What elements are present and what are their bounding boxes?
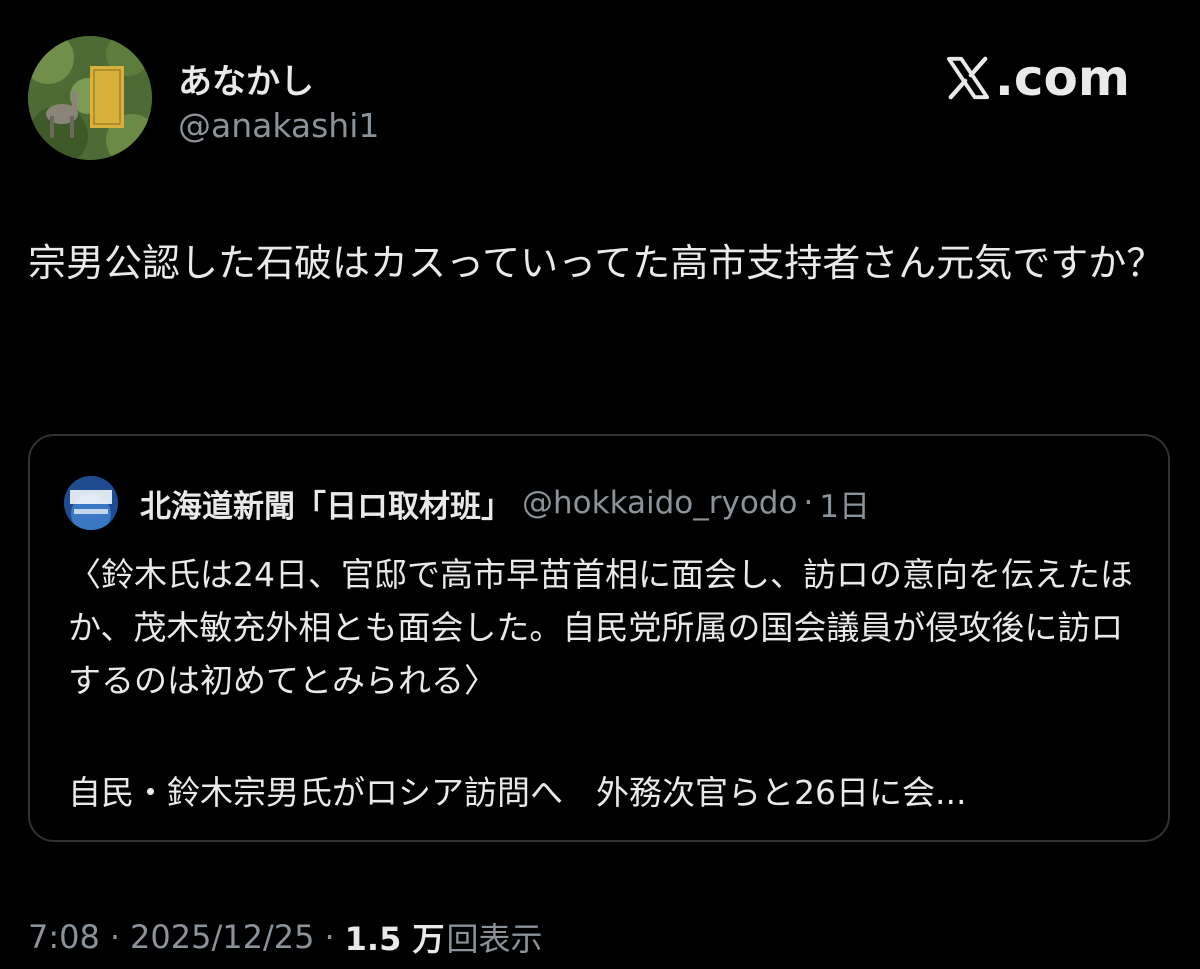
quoted-avatar-image (64, 476, 118, 530)
quoted-tweet-header: 北海道新聞「日ロ取材班」 @hokkaido_ryodo · 1日 (64, 476, 870, 530)
tweet-date[interactable]: 2025/12/25 (130, 918, 314, 956)
views-count[interactable]: 1.5 万 (345, 914, 445, 960)
author-avatar-image (28, 36, 152, 160)
brand-domain-text: .com (994, 49, 1130, 107)
quoted-author-name[interactable]: 北海道新聞「日ロ取材班」 (140, 481, 512, 526)
avatar-badge (90, 66, 124, 128)
x-logo-icon (946, 56, 989, 100)
quoted-link-title[interactable]: 自民・鈴木宗男氏がロシア訪問へ 外務次官らと26日に会... (68, 766, 1148, 819)
tweet-text: 宗男公認した石破はカスっていってた高市支持者さん元気ですか？ (28, 241, 1165, 285)
meta-separator: · (324, 918, 335, 956)
quoted-author-handle[interactable]: @hokkaido_ryodo (522, 485, 797, 521)
author-display-name[interactable]: あなかし (178, 54, 314, 103)
quoted-separator: · (803, 485, 814, 521)
tweet-time[interactable]: 7:08 (28, 918, 100, 956)
tweet-meta-footer: 7:08 · 2025/12/25 · 1.5 万 回表示 (28, 912, 543, 962)
author-handle[interactable]: @anakashi1 (178, 106, 379, 145)
quoted-author-avatar[interactable] (64, 476, 118, 530)
quoted-timestamp[interactable]: 1日 (819, 481, 870, 526)
x-brand-logo: .com (945, 50, 1130, 106)
meta-separator: · (109, 918, 121, 956)
tweet-screenshot: あなかし @anakashi1 .com 宗男公認した石破はカスっていってた高市… (0, 0, 1200, 969)
quoted-tweet-card[interactable]: 北海道新聞「日ロ取材班」 @hokkaido_ryodo · 1日 〈鈴木氏は2… (28, 434, 1170, 842)
quoted-tweet-text: 〈鈴木氏は24日、官邸で高市早苗首相に面会し、訪ロの意向を伝えたほか、茂木敏充外… (68, 555, 1133, 700)
views-label: 回表示 (446, 920, 543, 958)
author-avatar[interactable] (28, 36, 152, 160)
